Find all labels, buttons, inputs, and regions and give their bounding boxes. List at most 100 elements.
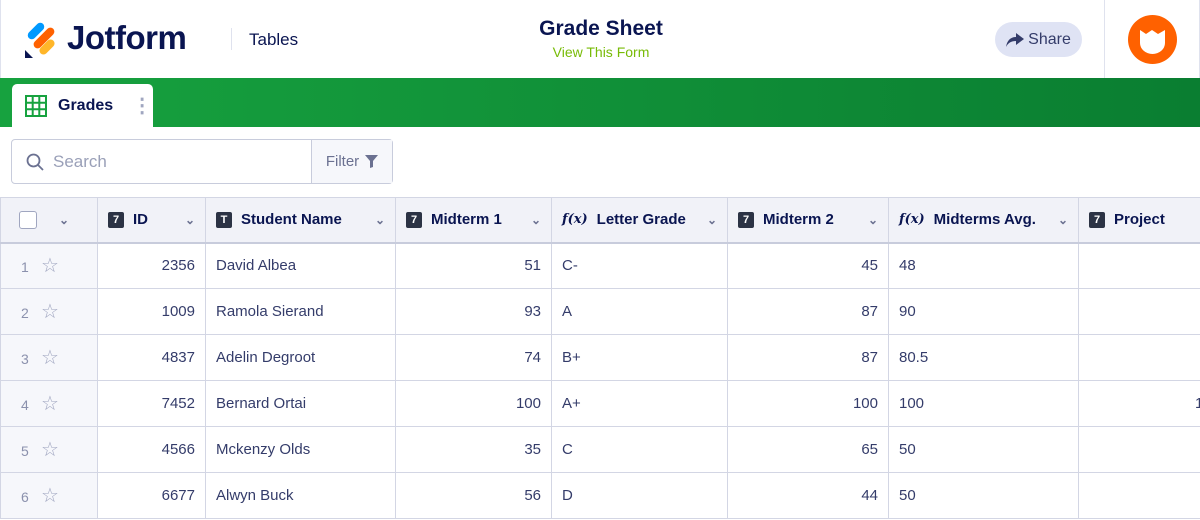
avatar[interactable] <box>1128 15 1177 64</box>
cell-project[interactable]: 100 <box>1078 380 1200 427</box>
cell-letter[interactable]: A <box>551 288 728 335</box>
row-controls: 2 ☆ <box>0 288 98 335</box>
cell-project[interactable]: 90 <box>1078 288 1200 335</box>
cell-name[interactable]: Mckenzy Olds <box>205 426 396 473</box>
cell-m2[interactable]: 87 <box>727 288 889 335</box>
cell-m1[interactable]: 74 <box>395 334 552 381</box>
table-row[interactable]: 5 ☆ 4566Mckenzy Olds35C655085 <box>0 426 1200 473</box>
avatar-cat-icon <box>1140 30 1165 54</box>
table-row[interactable]: 2☆1009Ramola Sierand93A879090 <box>0 288 1200 335</box>
cell-avg[interactable]: 50 <box>888 472 1079 519</box>
row-number: 4 <box>21 397 29 413</box>
chevron-down-icon[interactable]: ⌄ <box>868 213 878 227</box>
cell-project[interactable]: 50 <box>1078 472 1200 519</box>
cell-name[interactable]: Bernard Ortai <box>205 380 396 427</box>
share-button[interactable]: Share <box>995 22 1082 57</box>
row-number: 5 <box>21 443 29 459</box>
row-controls: 1 ☆ <box>0 242 98 289</box>
chevron-down-icon[interactable]: ⌄ <box>375 213 385 227</box>
cell-m2[interactable]: 45 <box>727 242 889 289</box>
star-icon[interactable]: ☆ <box>41 393 59 415</box>
column-header[interactable]: f(x) Letter Grade ⌄ <box>551 197 728 244</box>
cell-avg[interactable]: 48 <box>888 242 1079 289</box>
filter-button[interactable]: Filter <box>311 140 392 183</box>
cell-letter[interactable]: B+ <box>551 334 728 381</box>
column-header[interactable]: 7 ID ⌄ <box>97 197 206 244</box>
chevron-down-icon[interactable]: ⌄ <box>185 213 195 227</box>
share-arrow-icon <box>1006 32 1025 47</box>
cell-m1[interactable]: 51 <box>395 242 552 289</box>
column-header[interactable]: 7 Midterm 2 ⌄ <box>727 197 889 244</box>
star-icon[interactable]: ☆ <box>41 301 59 323</box>
select-all-header: ⌄ <box>0 197 98 244</box>
column-label: ID <box>133 211 148 229</box>
search-input[interactable] <box>12 140 311 183</box>
cell-id[interactable]: 2356 <box>97 242 206 289</box>
cell-avg[interactable]: 100 <box>888 380 1079 427</box>
cell-m2[interactable]: 65 <box>727 426 889 473</box>
chevron-down-icon[interactable]: ⌄ <box>531 213 541 227</box>
number-type-icon: 7 <box>738 211 754 228</box>
cell-m1[interactable]: 93 <box>395 288 552 335</box>
column-label: Midterms Avg. <box>933 211 1036 229</box>
cell-avg[interactable]: 90 <box>888 288 1079 335</box>
cell-id[interactable]: 6677 <box>97 472 206 519</box>
cell-id[interactable]: 4837 <box>97 334 206 381</box>
column-header[interactable]: T Student Name ⌄ <box>205 197 396 244</box>
row-number: 3 <box>21 351 29 367</box>
chevron-down-icon[interactable]: ⌄ <box>59 213 69 227</box>
column-label: Project <box>1114 211 1165 229</box>
column-label: Letter Grade <box>596 211 686 229</box>
number-type-icon: 7 <box>406 211 422 228</box>
cell-m1[interactable]: 56 <box>395 472 552 519</box>
star-icon[interactable]: ☆ <box>41 347 59 369</box>
table-row[interactable]: 4☆7452Bernard Ortai100A+100100100 <box>0 380 1200 427</box>
row-controls: 6 ☆ <box>0 472 98 519</box>
table-row[interactable]: 1☆2356David Albea51C-454879 <box>0 242 1200 289</box>
cell-avg[interactable]: 80.5 <box>888 334 1079 381</box>
cell-letter[interactable]: C- <box>551 242 728 289</box>
cell-m2[interactable]: 87 <box>727 334 889 381</box>
text-type-icon: T <box>216 211 232 228</box>
cell-letter[interactable]: C <box>551 426 728 473</box>
star-icon[interactable]: ☆ <box>41 255 59 277</box>
table-row[interactable]: 6☆6677Alwyn Buck56D445050 <box>0 472 1200 519</box>
cell-name[interactable]: David Albea <box>205 242 396 289</box>
cell-letter[interactable]: D <box>551 472 728 519</box>
funnel-icon <box>365 155 379 168</box>
cell-letter[interactable]: A+ <box>551 380 728 427</box>
cell-m1[interactable]: 100 <box>395 380 552 427</box>
chevron-down-icon[interactable]: ⌄ <box>1058 213 1068 227</box>
row-controls: 4 ☆ <box>0 380 98 427</box>
chevron-down-icon[interactable]: ⌄ <box>707 213 717 227</box>
search-bar: Filter <box>11 139 393 184</box>
star-icon[interactable]: ☆ <box>41 485 59 507</box>
share-label: Share <box>1028 30 1071 48</box>
cell-project[interactable]: 85 <box>1078 426 1200 473</box>
divider <box>1104 0 1105 78</box>
cell-id[interactable]: 4566 <box>97 426 206 473</box>
cell-m2[interactable]: 100 <box>727 380 889 427</box>
select-all-checkbox[interactable] <box>19 210 37 229</box>
cell-project[interactable]: 69 <box>1078 334 1200 381</box>
more-options-icon[interactable]: ⋮ <box>132 96 152 116</box>
cell-name[interactable]: Ramola Sierand <box>205 288 396 335</box>
column-header[interactable]: 7Project⌄ <box>1078 197 1200 244</box>
tab-grades[interactable]: Grades ⋮ <box>12 84 153 127</box>
search-icon <box>26 153 44 171</box>
star-icon[interactable]: ☆ <box>41 439 59 461</box>
header-row: ⌄ 7 ID ⌄ T Student Name ⌄ 7 Midterm 1 ⌄ f(x) Lette… <box>0 197 1200 244</box>
cell-m2[interactable]: 44 <box>727 472 889 519</box>
top-bar: Jotform Tables Grade Sheet View This For… <box>0 0 1200 78</box>
cell-name[interactable]: Alwyn Buck <box>205 472 396 519</box>
cell-id[interactable]: 1009 <box>97 288 206 335</box>
cell-id[interactable]: 7452 <box>97 380 206 427</box>
column-header[interactable]: f(x) Midterms Avg. ⌄ <box>888 197 1079 244</box>
cell-avg[interactable]: 50 <box>888 426 1079 473</box>
column-header[interactable]: 7 Midterm 1 ⌄ <box>395 197 552 244</box>
cell-project[interactable]: 79 <box>1078 242 1200 289</box>
column-label: Midterm 2 <box>763 211 834 229</box>
cell-m1[interactable]: 35 <box>395 426 552 473</box>
table-row[interactable]: 3 ☆ 4837Adelin Degroot74B+8780.569 <box>0 334 1200 381</box>
cell-name[interactable]: Adelin Degroot <box>205 334 396 381</box>
